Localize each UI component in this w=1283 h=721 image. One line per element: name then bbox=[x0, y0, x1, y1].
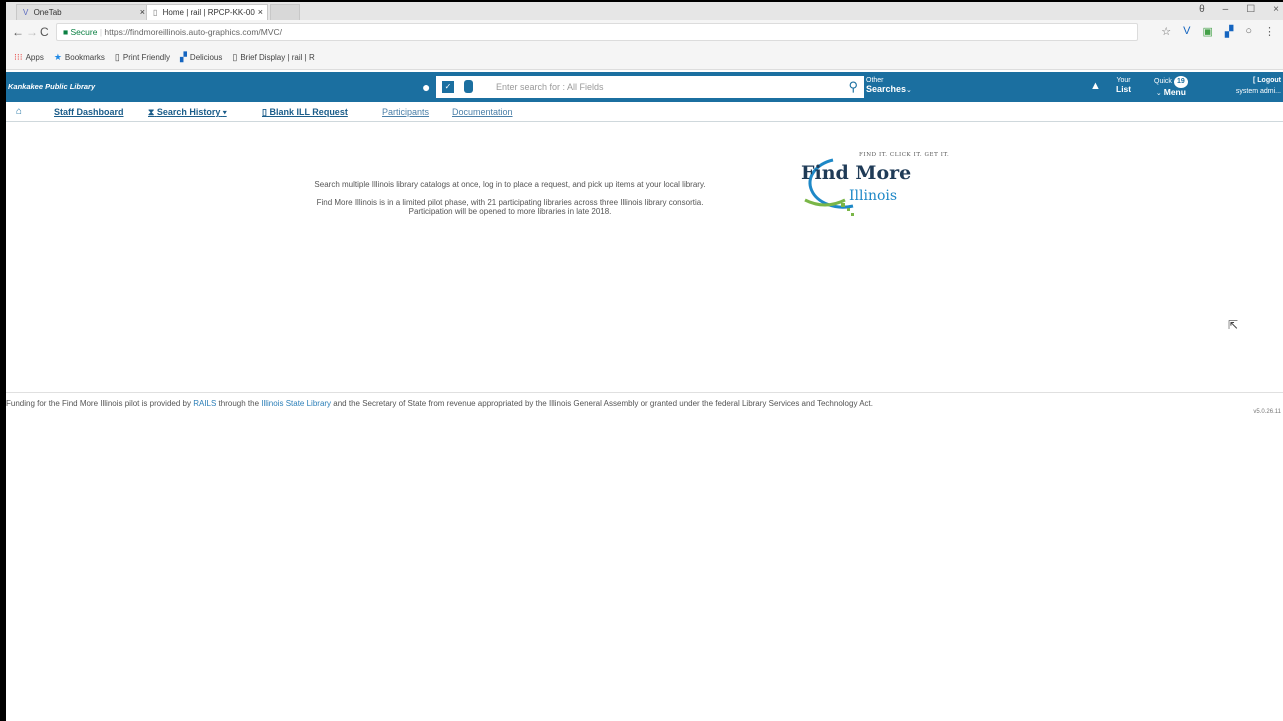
logout-link[interactable]: [ Logout bbox=[1236, 75, 1281, 86]
tab-onetab[interactable]: V OneTab × bbox=[16, 4, 150, 20]
logo-find-more: Find More bbox=[801, 162, 912, 184]
nav-bar: ⌂ Staff Dashboard ⧗ Search History ▾ ▯ B… bbox=[6, 102, 1283, 122]
minimize-button[interactable]: – bbox=[1223, 4, 1229, 15]
caret-down-icon: ▾ bbox=[222, 107, 227, 117]
home-icon[interactable]: ⌂ bbox=[16, 106, 22, 117]
list-label: List bbox=[1116, 84, 1132, 94]
nav-documentation[interactable]: Documentation bbox=[452, 107, 513, 117]
database-icon[interactable] bbox=[464, 80, 473, 93]
back-arrow-icon[interactable]: ← bbox=[12, 25, 24, 39]
searches-label: Searches bbox=[866, 84, 907, 94]
bookmark-apps[interactable]: ⁝⁝⁝ Apps bbox=[14, 52, 44, 63]
bookmark-delicious[interactable]: ▞ Delicious bbox=[180, 52, 222, 63]
onetab-ext-icon[interactable]: V bbox=[1183, 25, 1190, 38]
page-icon: ▯ bbox=[114, 52, 120, 62]
intro-line: Search multiple Illinois library catalog… bbox=[314, 180, 706, 189]
search-icon[interactable]: ⚲ bbox=[848, 79, 858, 95]
logo-tagline: FIND IT. CLICK IT. GET IT. bbox=[859, 152, 950, 158]
intro-line: Find More Illinois is in a limited pilot… bbox=[316, 198, 704, 207]
window-close-button[interactable]: × bbox=[1273, 4, 1279, 15]
nav-label: Blank ILL Request bbox=[269, 107, 348, 117]
address-bar-row: ← → C ■ Secure | https://findmoreillinoi… bbox=[6, 20, 1283, 46]
other-searches-menu[interactable]: Other Searches⌄ bbox=[866, 76, 912, 95]
forward-arrow-icon[interactable]: → bbox=[26, 25, 38, 39]
reload-icon[interactable]: C bbox=[40, 25, 49, 39]
nav-staff-dashboard[interactable]: Staff Dashboard bbox=[54, 107, 124, 117]
nav-blank-ill-request[interactable]: ▯ Blank ILL Request bbox=[262, 107, 348, 118]
url-field[interactable]: ■ Secure | https://findmoreillinois.auto… bbox=[56, 23, 1138, 41]
library-name[interactable]: Kankakee Public Library bbox=[8, 82, 95, 91]
bell-icon[interactable]: ▲ bbox=[1090, 80, 1101, 92]
search-input[interactable] bbox=[496, 79, 826, 95]
secure-label: Secure bbox=[70, 27, 98, 37]
nav-participants[interactable]: Participants bbox=[382, 107, 429, 117]
profile-icon[interactable]: θ bbox=[1199, 4, 1205, 15]
logo-illinois: Illinois bbox=[849, 188, 898, 204]
url-text: https://findmoreillinois.auto-graphics.c… bbox=[104, 27, 283, 37]
menu-label: Menu bbox=[1163, 87, 1186, 97]
onetab-icon: V bbox=[23, 8, 29, 17]
globe-icon[interactable]: ● bbox=[422, 79, 430, 95]
star-icon[interactable]: ☆ bbox=[1161, 25, 1171, 38]
extension-icons: ☆ V ▣ ▞ ○ ⋮ bbox=[1161, 25, 1275, 38]
page-icon: ▯ bbox=[262, 107, 267, 117]
bookmark-label: Brief Display | rail | R bbox=[240, 53, 315, 62]
bookmark-label: Bookmarks bbox=[64, 53, 105, 62]
new-tab-button[interactable] bbox=[270, 4, 300, 20]
caret-down-icon: ⌄ bbox=[906, 87, 912, 94]
close-icon[interactable]: × bbox=[140, 7, 145, 17]
tab-home-rail[interactable]: ▯ Home | rail | RPCP-KK-00 × bbox=[146, 4, 268, 20]
maximize-button[interactable]: ☐ bbox=[1246, 4, 1255, 15]
bookmark-label: Delicious bbox=[189, 53, 223, 62]
rails-link[interactable]: RAILS bbox=[193, 399, 216, 408]
footer-divider bbox=[6, 392, 1283, 393]
browser-tab-strip: V OneTab × ▯ Home | rail | RPCP-KK-00 × … bbox=[6, 2, 1283, 20]
version-label: v5.0.26.11 bbox=[1253, 409, 1281, 415]
funding-footer: Funding for the Find More Illinois pilot… bbox=[6, 399, 1246, 408]
window-controls: θ – ☐ × bbox=[1199, 4, 1279, 15]
bookmark-print-friendly[interactable]: ▯ Print Friendly bbox=[115, 52, 170, 63]
footer-text: through the bbox=[216, 399, 262, 408]
user-name[interactable]: system admi... bbox=[1236, 86, 1281, 97]
nav-search-history[interactable]: ⧗ Search History ▾ bbox=[148, 107, 227, 118]
your-list-link[interactable]: Your List bbox=[1116, 76, 1131, 95]
footer-text: Funding for the Find More Illinois pilot… bbox=[6, 399, 194, 408]
illinois-state-library-link[interactable]: Illinois State Library bbox=[261, 399, 331, 408]
nav-label: Search History bbox=[156, 107, 221, 117]
green-ext-icon[interactable]: ▣ bbox=[1202, 25, 1212, 38]
bookmark-bookmarks[interactable]: ★ Bookmarks bbox=[54, 52, 105, 63]
quick-menu[interactable]: Quick 19 ⌄ Menu bbox=[1154, 76, 1188, 98]
delicious-icon: ▞ bbox=[180, 52, 187, 62]
star-icon: ★ bbox=[53, 52, 62, 62]
checkbox-icon[interactable]: ✓ bbox=[442, 81, 454, 93]
footer-text: and the Secretary of State from revenue … bbox=[331, 399, 873, 408]
bookmark-label: Print Friendly bbox=[122, 53, 170, 62]
intro-text: Search multiple Illinois library catalog… bbox=[250, 180, 770, 216]
page-icon: ▯ bbox=[232, 52, 238, 62]
hourglass-icon: ⧗ bbox=[148, 107, 155, 117]
apps-grid-icon: ⁝⁝⁝ bbox=[14, 52, 23, 62]
tab-label: Home | rail | RPCP-KK-00 bbox=[162, 8, 255, 17]
delicious-ext-icon[interactable]: ▞ bbox=[1225, 25, 1233, 38]
close-icon[interactable]: × bbox=[258, 7, 263, 17]
find-more-illinois-logo: FIND IT. CLICK IT. GET IT. Find More Ill… bbox=[795, 148, 995, 218]
bookmark-brief-display[interactable]: ▯ Brief Display | rail | R bbox=[232, 52, 314, 63]
menu-dots-icon[interactable]: ⋮ bbox=[1264, 25, 1275, 38]
intro-line: Participation will be opened to more lib… bbox=[408, 207, 612, 216]
page-icon: ▯ bbox=[153, 8, 158, 17]
caret-down-icon: ⌄ bbox=[1155, 90, 1162, 97]
bookmark-label: Apps bbox=[25, 53, 44, 62]
lock-icon: ■ bbox=[63, 27, 69, 37]
bookmarks-bar: ⁝⁝⁝ Apps ★ Bookmarks ▯ Print Friendly ▞ Deli… bbox=[6, 46, 1283, 70]
mouse-cursor-icon: ⇱ bbox=[1228, 318, 1239, 332]
logout-area: [ Logout system admi... bbox=[1236, 75, 1281, 97]
quick-label: Quick bbox=[1154, 78, 1172, 85]
search-box: ✓ ⚲ bbox=[436, 76, 864, 98]
tab-label: OneTab bbox=[33, 8, 62, 17]
app-header: Kankakee Public Library ● ✓ ⚲ Other Sear… bbox=[6, 72, 1283, 102]
circle-ext-icon[interactable]: ○ bbox=[1245, 25, 1252, 38]
